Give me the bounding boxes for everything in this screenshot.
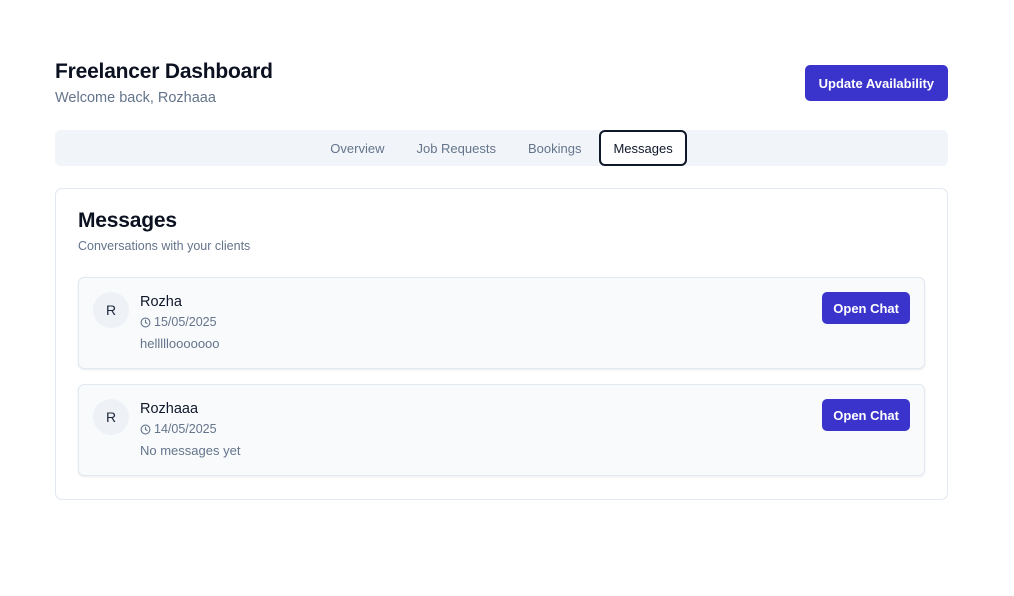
client-name: Rozha bbox=[140, 294, 182, 310]
tab-bookings[interactable]: Bookings bbox=[514, 130, 595, 166]
dashboard-tabs: Overview Job Requests Bookings Messages bbox=[55, 130, 948, 166]
dashboard-header: Freelancer Dashboard Welcome back, Rozha… bbox=[55, 60, 948, 110]
open-chat-button[interactable]: Open Chat bbox=[822, 292, 910, 324]
conversation-date: 14/05/2025 bbox=[140, 422, 217, 436]
update-availability-button[interactable]: Update Availability bbox=[804, 65, 948, 101]
conversation-date: 15/05/2025 bbox=[140, 315, 217, 329]
clock-icon bbox=[140, 424, 151, 435]
conversation-item: R Rozha 15/05/2025 helllllooooooo Open C… bbox=[78, 277, 925, 369]
conversation-item: R Rozhaaa 14/05/2025 No messages yet Ope… bbox=[78, 384, 925, 476]
tab-messages[interactable]: Messages bbox=[599, 130, 687, 166]
welcome-message: Welcome back, Rozhaaa bbox=[55, 90, 216, 106]
tab-job-requests[interactable]: Job Requests bbox=[402, 130, 510, 166]
avatar: R bbox=[93, 292, 129, 328]
client-name: Rozhaaa bbox=[140, 401, 199, 417]
messages-card: Messages Conversations with your clients… bbox=[55, 188, 948, 500]
date-text: 15/05/2025 bbox=[154, 315, 217, 329]
messages-description: Conversations with your clients bbox=[78, 239, 251, 253]
message-preview: No messages yet bbox=[140, 443, 241, 458]
freelancer-dashboard-page: Freelancer Dashboard Welcome back, Rozha… bbox=[0, 0, 1014, 596]
avatar: R bbox=[93, 399, 129, 435]
date-text: 14/05/2025 bbox=[154, 422, 217, 436]
clock-icon bbox=[140, 317, 151, 328]
messages-title: Messages bbox=[78, 209, 177, 232]
open-chat-button[interactable]: Open Chat bbox=[822, 399, 910, 431]
page-title: Freelancer Dashboard bbox=[55, 60, 273, 83]
tab-overview[interactable]: Overview bbox=[316, 130, 398, 166]
message-preview: helllllooooooo bbox=[140, 336, 220, 351]
